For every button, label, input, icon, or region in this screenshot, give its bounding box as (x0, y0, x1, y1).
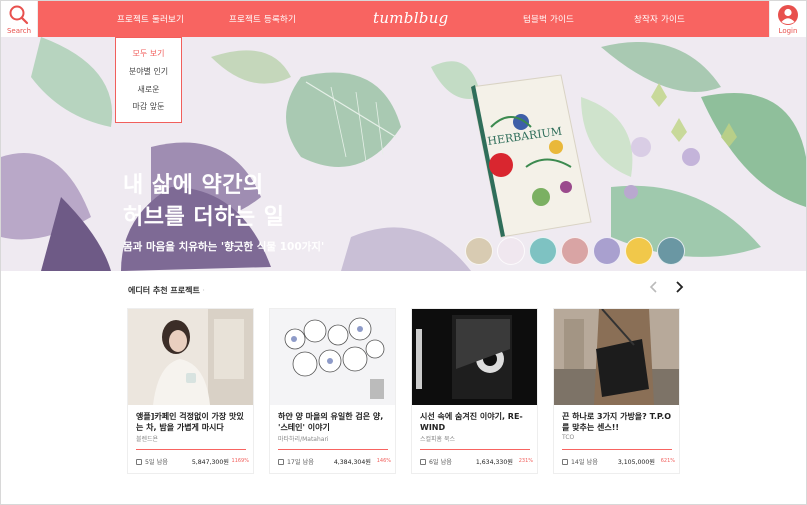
search-button[interactable]: Search (1, 1, 38, 37)
project-card[interactable]: 앵플]카페인 걱정없이 가장 맛있는 차, 밤을 가볍게 마시다 블렌드욘 5일… (127, 308, 254, 474)
nav-tumblbug-guide[interactable]: 텀블벅 가이드 (523, 13, 574, 25)
funding-progress-bar (136, 449, 246, 450)
chevron-right-icon (676, 281, 684, 293)
funding-progress-bar (420, 449, 530, 450)
nav-creator-guide[interactable]: 창작자 가이드 (634, 13, 685, 25)
project-creator[interactable]: 블렌드욘 (136, 434, 158, 443)
funding-progress-bar (278, 449, 388, 450)
days-remaining: 5일 남음 (136, 457, 168, 466)
hero-subtitle: 몸과 마음을 치유하는 '향긋한 식물 100가지' (123, 241, 325, 253)
carousel-thumbnail[interactable] (497, 237, 525, 265)
search-icon (9, 5, 29, 25)
tumblbug-logo[interactable]: tumblbug (373, 9, 449, 27)
days-remaining: 6일 남음 (420, 457, 452, 466)
project-card[interactable]: 시선 속에 숨겨진 이야기, RE-WIND 스컬피흠 북스 6일 남음 1,6… (411, 308, 538, 474)
calendar-icon (136, 459, 142, 465)
project-creator[interactable]: TCO (562, 434, 574, 441)
days-remaining: 14일 남음 (562, 457, 598, 466)
nav-explore-projects[interactable]: 프로젝트 둘러보기 (117, 13, 184, 25)
carousel-thumbnail[interactable] (561, 237, 589, 265)
carousel-thumbnail[interactable] (625, 237, 653, 265)
page: Search 프로젝트 둘러보기 프로젝트 등록하기 tumblbug 텀블벅 … (0, 0, 807, 505)
dropdown-item-all[interactable]: 모두 보기 (116, 48, 181, 59)
funded-amount: 4,384,304원 (333, 459, 371, 466)
calendar-icon (420, 459, 426, 465)
dropdown-item-popular-by-category[interactable]: 분야별 인기 (116, 66, 181, 77)
project-card[interactable]: 끈 하나로 3가지 가방을? T.P.O를 맞추는 센스!! TCO 14일 남… (553, 308, 680, 474)
funded-percent: 231% (518, 458, 533, 464)
project-card[interactable]: 하얀 양 마을의 유일한 검은 양, '스테인' 이야기 마타하리/Mataha… (269, 308, 396, 474)
user-avatar-icon (778, 5, 798, 25)
carousel-thumbnail[interactable] (593, 237, 621, 265)
carousel-thumbnail[interactable] (465, 237, 493, 265)
explore-dropdown-menu: 모두 보기 분야별 인기 새로운 마감 앞둔 (115, 37, 182, 123)
calendar-icon (278, 459, 284, 465)
project-thumbnail[interactable] (128, 309, 253, 405)
dropdown-item-new[interactable]: 새로운 (116, 84, 181, 95)
funded-amount: 1,634,330원 (475, 459, 513, 466)
login-label: Login (778, 27, 798, 35)
project-thumbnail[interactable] (412, 309, 537, 405)
project-title[interactable]: 끈 하나로 3가지 가방을? T.P.O를 맞추는 센스!! (562, 411, 676, 433)
funded-percent: 1169% (231, 458, 249, 464)
project-thumbnail[interactable] (270, 309, 395, 405)
carousel-next-button[interactable] (674, 281, 684, 296)
login-button[interactable]: Login (769, 1, 806, 37)
funded-percent: 621% (660, 458, 675, 464)
project-thumbnail[interactable] (554, 309, 679, 405)
top-navigation-bar: Search 프로젝트 둘러보기 프로젝트 등록하기 tumblbug 텀블벅 … (1, 1, 806, 37)
carousel-thumbnail[interactable] (657, 237, 685, 265)
hero-title-line1: 내 삶에 약간의 (123, 173, 264, 198)
project-title[interactable]: 시선 속에 숨겨진 이야기, RE-WIND (420, 411, 534, 433)
nav-start-project[interactable]: 프로젝트 등록하기 (229, 13, 296, 25)
funded-amount: 5,847,300원 (191, 459, 229, 466)
hero-title-line2: 허브를 더하는 일 (123, 205, 285, 230)
funding-progress-bar (562, 449, 672, 450)
funded-amount: 3,105,000원 (617, 459, 655, 466)
calendar-icon (562, 459, 568, 465)
days-remaining: 17일 남음 (278, 457, 314, 466)
project-creator[interactable]: 스컬피흠 북스 (420, 434, 455, 443)
search-label: Search (6, 27, 32, 35)
dropdown-item-ending-soon[interactable]: 마감 앞둔 (116, 101, 181, 112)
project-creator[interactable]: 마타하리/Matahari (278, 434, 329, 443)
project-title[interactable]: 앵플]카페인 걱정없이 가장 맛있는 차, 밤을 가볍게 마시다 (136, 411, 250, 433)
funded-percent: 146% (376, 458, 391, 464)
chevron-left-icon (649, 281, 657, 293)
section-title-editor-picks: 에디터 추천 프로젝트 · (128, 286, 205, 295)
carousel-prev-button[interactable] (649, 281, 659, 296)
carousel-thumbnail[interactable] (529, 237, 557, 265)
project-title[interactable]: 하얀 양 마을의 유일한 검은 양, '스테인' 이야기 (278, 411, 392, 433)
